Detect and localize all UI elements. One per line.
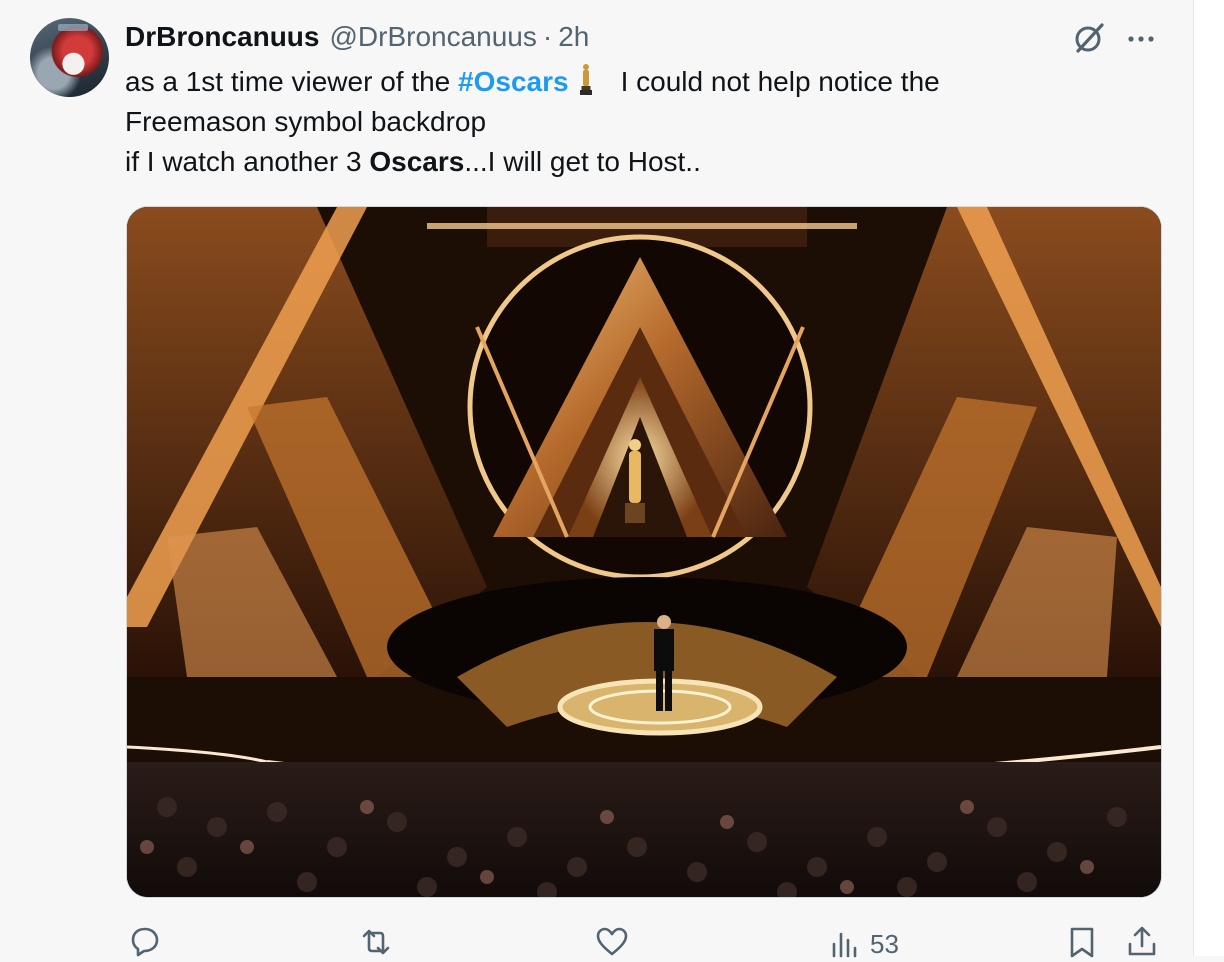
text-segment: I could not help notice the <box>620 66 940 97</box>
share-icon <box>1128 926 1156 956</box>
hashtag-link[interactable]: #Oscars <box>458 66 569 97</box>
user-handle[interactable]: @DrBroncanuus <box>329 21 536 53</box>
text-segment: as a 1st time viewer of the <box>125 66 451 97</box>
oscars-stage-photo <box>127 207 1161 897</box>
tweet-text: as a 1st time viewer of the #Oscars I cou… <box>125 62 1165 182</box>
views-icon <box>832 932 857 958</box>
oscar-emoji-icon <box>579 64 592 95</box>
reply-icon <box>131 927 159 957</box>
tweet-line-3: if I watch another 3 Oscars...I will get… <box>125 142 1165 182</box>
tweet-line-2: Freemason symbol backdrop <box>125 106 487 137</box>
bold-oscars: Oscars <box>369 146 465 177</box>
timestamp[interactable]: 2h <box>558 21 589 53</box>
more-icon[interactable] <box>1124 24 1158 54</box>
text-segment: ...I will get to Host.. <box>464 146 701 177</box>
bookmark-icon <box>1070 927 1094 958</box>
retweet-icon <box>362 929 390 955</box>
retweet-button[interactable] <box>358 924 394 960</box>
tweet-photo[interactable] <box>126 206 1162 898</box>
avatar[interactable] <box>30 18 109 97</box>
views-button[interactable]: 53 <box>828 926 899 962</box>
display-name[interactable]: DrBroncanuus <box>125 21 319 53</box>
share-button[interactable] <box>1124 924 1160 960</box>
tweet-header: DrBroncanuus @DrBroncanuus · 2h <box>125 20 589 54</box>
right-pane <box>1194 0 1224 956</box>
avatar-tag <box>58 24 88 31</box>
bookmark-button[interactable] <box>1064 924 1100 960</box>
separator-dot: · <box>542 21 553 52</box>
views-count: 53 <box>870 928 899 959</box>
tweet-actions: 53 <box>0 912 1224 959</box>
like-button[interactable] <box>594 924 630 960</box>
tweet-line-1: as a 1st time viewer of the #Oscars I cou… <box>125 62 1165 102</box>
reply-button[interactable] <box>127 924 163 960</box>
grok-icon[interactable] <box>1071 20 1107 56</box>
like-icon <box>596 927 628 956</box>
text-segment: if I watch another 3 <box>125 146 362 177</box>
